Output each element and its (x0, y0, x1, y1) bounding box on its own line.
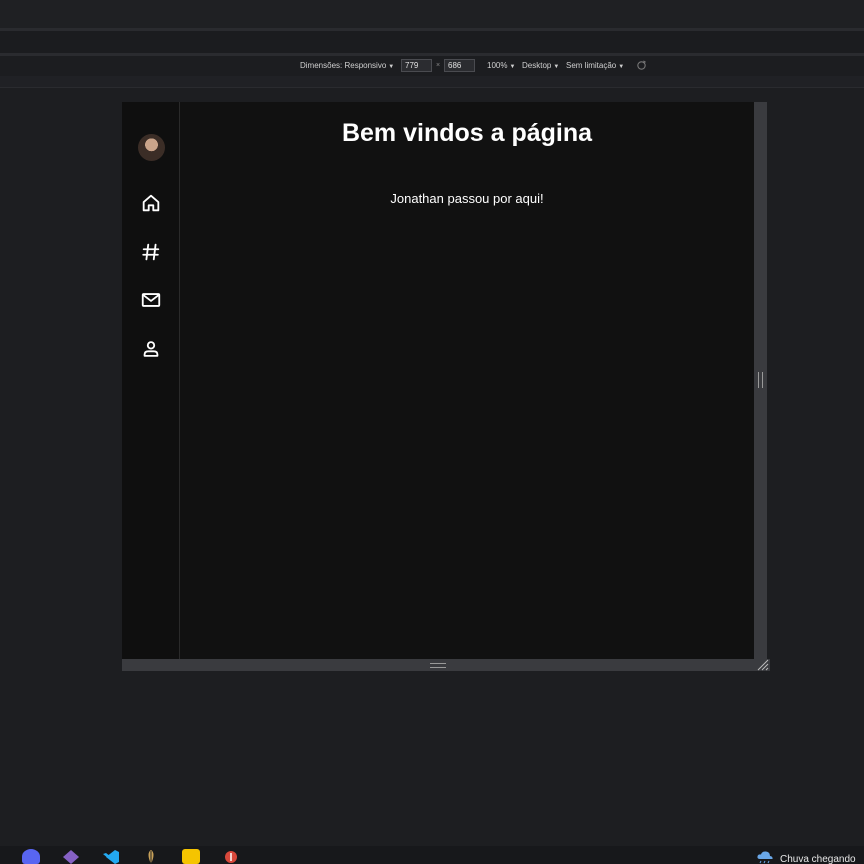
device-type-label: Desktop (522, 61, 552, 70)
weather-text[interactable]: Chuva chegando (780, 854, 856, 864)
device-toolbar: Dimensões: Responsivo ▼ 779 × 686 100% ▼ D… (0, 56, 864, 76)
chevron-down-icon: ▼ (509, 64, 516, 70)
dimensions-dropdown[interactable]: Dimensões: Responsivo ▼ (300, 61, 394, 72)
discord-icon[interactable] (22, 849, 40, 864)
mail-icon[interactable] (140, 289, 162, 311)
chevron-down-icon: ▼ (618, 64, 625, 70)
zoom-dropdown[interactable]: 100% ▼ (487, 61, 515, 72)
hash-icon[interactable] (140, 241, 162, 263)
game-icon[interactable] (142, 849, 160, 864)
page-title: Bem vindos a página (341, 119, 593, 147)
resize-corner-icon (757, 659, 769, 671)
throttle-label: Sem limitação (566, 61, 617, 70)
resize-handle-right[interactable] (754, 102, 767, 659)
chevron-down-icon: ▼ (388, 64, 395, 70)
browser-top-bar (0, 0, 864, 28)
resize-handle-corner[interactable] (754, 659, 770, 671)
taskbar: Chuva chegando (0, 846, 864, 864)
width-input[interactable]: 779 (401, 59, 432, 72)
page-text: Jonathan passou por aqui! (390, 191, 544, 206)
weather-rain-icon[interactable] (756, 850, 774, 864)
throttle-dropdown[interactable]: Sem limitação ▼ (566, 61, 624, 72)
rotate-icon[interactable] (636, 60, 647, 71)
page-viewport: Bem vindos a página Jonathan passou por … (122, 102, 754, 659)
grip-icon (430, 663, 446, 668)
home-icon[interactable] (140, 192, 162, 214)
grip-icon (758, 372, 763, 388)
dimensions-label: Dimensões: Responsivo (300, 61, 387, 70)
times-symbol: × (436, 62, 441, 69)
main-content: Bem vindos a página Jonathan passou por … (180, 102, 754, 659)
ruler (0, 76, 864, 88)
sidebar (122, 102, 180, 659)
user-icon[interactable] (140, 338, 162, 360)
avatar[interactable] (138, 134, 165, 161)
vscode-icon[interactable] (102, 849, 120, 864)
visual-studio-icon[interactable] (62, 849, 80, 864)
height-input[interactable]: 686 (444, 59, 475, 72)
device-type-dropdown[interactable]: Desktop ▼ (522, 61, 559, 72)
chevron-down-icon: ▼ (553, 64, 560, 70)
resize-handle-bottom[interactable] (122, 659, 754, 671)
file-manager-icon[interactable] (182, 849, 200, 864)
zoom-label: 100% (487, 61, 508, 70)
app-icon[interactable] (222, 849, 240, 864)
browser-secondary-bar (0, 31, 864, 53)
